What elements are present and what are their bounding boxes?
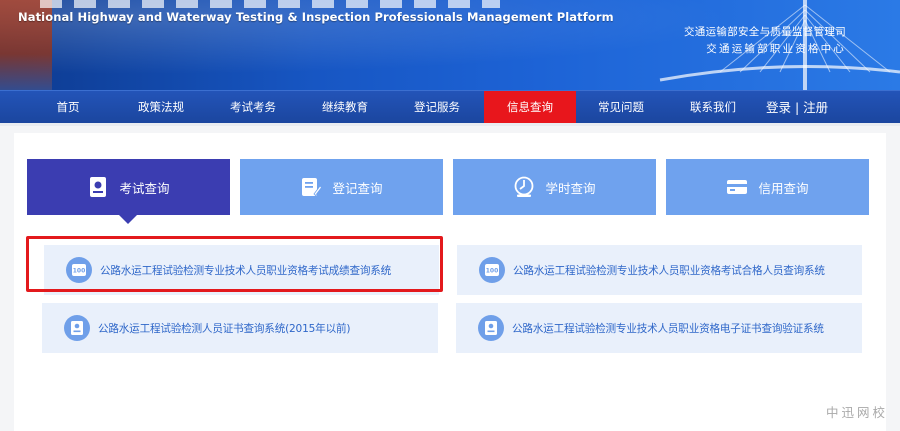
link-exam-score-query[interactable]: 100 公路水运工程试验检测专业技术人员职业资格考试成绩查询系统 — [44, 245, 439, 295]
link-label: 公路水运工程试验检测专业技术人员职业资格考试合格人员查询系统 — [513, 264, 825, 277]
nav-item-faq[interactable]: 常见问题 — [584, 91, 658, 124]
certificate-glyph — [71, 321, 83, 335]
login-register-link[interactable]: 登录 | 注册 — [766, 91, 828, 124]
certificate-glyph — [485, 321, 497, 335]
credit-card-icon — [727, 180, 748, 194]
link-label: 公路水运工程试验检测人员证书查询系统(2015年以前) — [98, 322, 351, 335]
header-banner: National Highway and Waterway Testing & … — [0, 0, 900, 90]
document-edit-icon — [302, 178, 323, 197]
english-title: National Highway and Waterway Testing & … — [18, 10, 614, 24]
active-tab-pointer — [119, 215, 137, 224]
score-100-text: 100 — [486, 268, 499, 275]
score-100-icon: 100 — [479, 257, 505, 283]
org-line-qualification-center: 交通运输部职业资格中心 — [706, 43, 846, 55]
score-100-text: 100 — [73, 268, 86, 275]
tab-label: 信用查询 — [758, 180, 809, 196]
query-panel: 考试查询 登记查询 学时查询 信用查询 100 公路水运工程试验检测专业技术人员… — [14, 133, 886, 431]
org-line-safety-department: 交通运输部安全与质量监督管理司 — [684, 26, 846, 38]
tab-credit-query[interactable]: 信用查询 — [666, 159, 869, 215]
link-label: 公路水运工程试验检测专业技术人员职业资格电子证书查询验证系统 — [512, 322, 824, 335]
nav-item-continuing-education[interactable]: 继续教育 — [308, 91, 382, 124]
link-e-certificate-verification[interactable]: 公路水运工程试验检测专业技术人员职业资格电子证书查询验证系统 — [456, 303, 862, 353]
nav-item-contact[interactable]: 联系我们 — [676, 91, 750, 124]
link-exam-passed-query[interactable]: 100 公路水运工程试验检测专业技术人员职业资格考试合格人员查询系统 — [457, 245, 862, 295]
organization-block: 交通运输部安全与质量监督管理司 交通运输部职业资格中心 — [684, 24, 846, 58]
chinese-title-partial — [40, 0, 500, 8]
tab-label: 登记查询 — [332, 180, 383, 196]
nav-divider — [0, 123, 900, 126]
certificate-icon — [478, 315, 504, 341]
score-100-glyph: 100 — [72, 264, 86, 276]
nav-item-info-query[interactable]: 信息查询 — [484, 91, 576, 124]
tab-registration-query[interactable]: 登记查询 — [240, 159, 443, 215]
tab-exam-query[interactable]: 考试查询 — [27, 159, 230, 224]
nav-item-home[interactable]: 首页 — [38, 91, 98, 124]
score-100-glyph: 100 — [485, 264, 499, 276]
nav-item-policies[interactable]: 政策法规 — [124, 91, 198, 124]
nav-item-registration[interactable]: 登记服务 — [400, 91, 474, 124]
certificate-icon — [64, 315, 90, 341]
link-certificate-query-pre-2015[interactable]: 公路水运工程试验检测人员证书查询系统(2015年以前) — [42, 303, 438, 353]
clock-stamp-icon — [515, 176, 534, 197]
tab-label: 学时查询 — [545, 180, 596, 196]
watermark: 中迅网校 — [825, 405, 888, 420]
main-nav: 首页 政策法规 考试考务 继续教育 登记服务 信息查询 常见问题 联系我们 登录… — [0, 90, 900, 124]
score-100-icon: 100 — [66, 257, 92, 283]
tab-study-hours-query[interactable]: 学时查询 — [453, 159, 656, 215]
tab-label: 考试查询 — [119, 180, 170, 196]
nav-item-exams[interactable]: 考试考务 — [216, 91, 290, 124]
link-label: 公路水运工程试验检测专业技术人员职业资格考试成绩查询系统 — [100, 264, 392, 277]
certificate-icon — [90, 177, 107, 197]
